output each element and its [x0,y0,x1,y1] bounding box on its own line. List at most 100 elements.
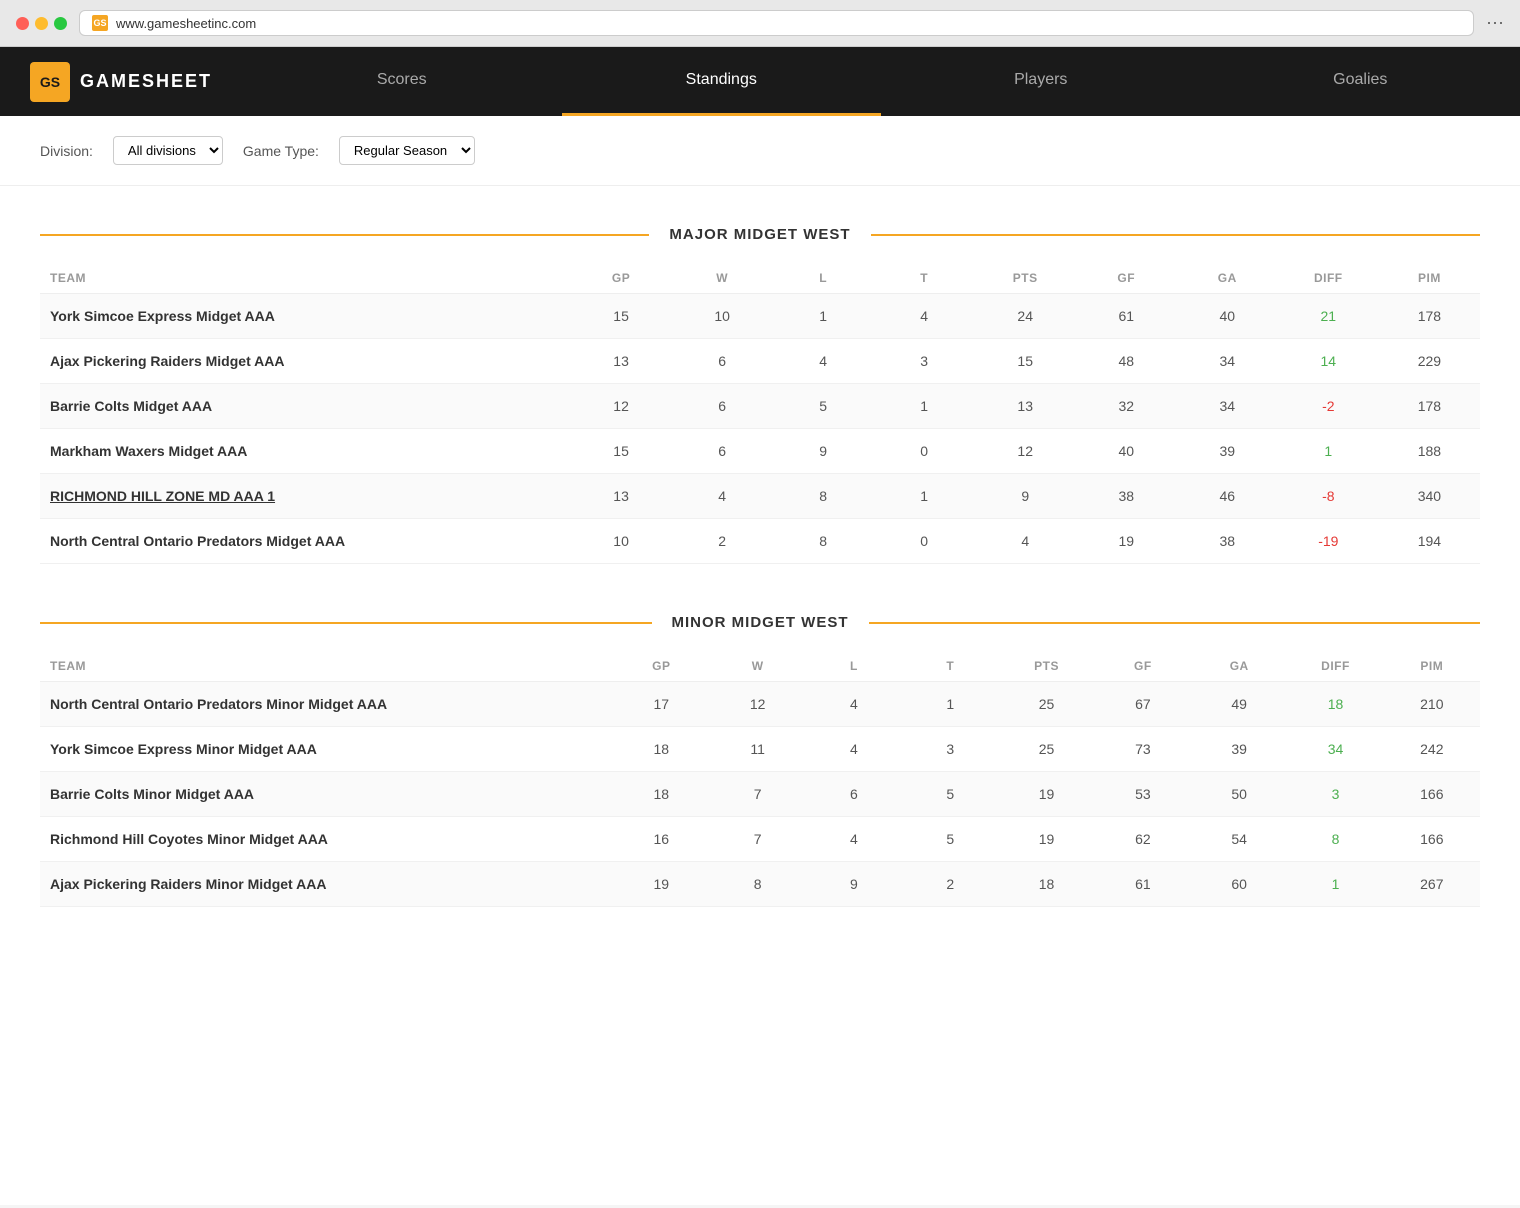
table-row: North Central Ontario Predators Midget A… [40,519,1480,564]
stat-value: 19 [998,772,1094,817]
division-select[interactable]: All divisions [113,136,223,165]
team-name-link[interactable]: Markham Waxers Midget AAA [50,443,247,459]
col-header-l: L [773,263,874,294]
team-name-link[interactable]: RICHMOND HILL ZONE MD AAA 1 [50,488,275,504]
stat-value: 12 [975,429,1076,474]
diff-value: 34 [1287,727,1383,772]
team-name-link[interactable]: Ajax Pickering Raiders Minor Midget AAA [50,876,326,892]
sections-container: MAJOR MIDGET WEST TEAMGPWLTPTSGFGADIFFPI… [40,226,1480,907]
stat-value: 3 [874,339,975,384]
col-header-gf: GF [1076,263,1177,294]
col-header-diff: DIFF [1287,651,1383,682]
stat-value: 19 [998,817,1094,862]
stat-value: 49 [1191,682,1287,727]
table-row: Barrie Colts Minor Midget AAA18765195350… [40,772,1480,817]
team-name-link[interactable]: North Central Ontario Predators Minor Mi… [50,696,387,712]
team-name-link[interactable]: Richmond Hill Coyotes Minor Midget AAA [50,831,328,847]
stat-value: 53 [1095,772,1191,817]
col-header-gf: GF [1095,651,1191,682]
url-bar[interactable]: GS www.gamesheetinc.com [79,10,1474,36]
diff-value: -2 [1278,384,1379,429]
stat-value: 15 [571,429,672,474]
main-content: MAJOR MIDGET WEST TEAMGPWLTPTSGFGADIFFPI… [0,186,1520,977]
browser-chrome: GS www.gamesheetinc.com ⋯ [0,0,1520,47]
stat-value: 4 [672,474,773,519]
team-name-link[interactable]: York Simcoe Express Midget AAA [50,308,275,324]
section-header: MINOR MIDGET WEST [40,614,1480,631]
stat-value: 50 [1191,772,1287,817]
table-row: Richmond Hill Coyotes Minor Midget AAA 16… [40,817,1480,862]
nav-standings[interactable]: Standings [562,47,882,116]
division-label: Division: [40,143,93,159]
col-header-ga: GA [1191,651,1287,682]
stat-value: 32 [1076,384,1177,429]
stat-value: 1 [874,384,975,429]
stat-value: 3 [902,727,998,772]
diff-value: 21 [1278,294,1379,339]
diff-value: 8 [1287,817,1383,862]
stat-value: 13 [571,474,672,519]
team-name-link[interactable]: North Central Ontario Predators Midget A… [50,533,345,549]
col-header-pim: PIM [1384,651,1480,682]
nav-scores[interactable]: Scores [242,47,562,116]
nav-players[interactable]: Players [881,47,1201,116]
nav-goalies[interactable]: Goalies [1201,47,1520,116]
stat-value: 40 [1177,294,1278,339]
close-dot[interactable] [16,17,29,30]
stat-value: 8 [709,862,805,907]
stat-value: 34 [1177,384,1278,429]
stat-value: 46 [1177,474,1278,519]
stat-value: 61 [1095,862,1191,907]
stat-value: 1 [874,474,975,519]
stat-value: 10 [571,519,672,564]
standings-table: TEAMGPWLTPTSGFGADIFFPIMNorth Central Ont… [40,651,1480,907]
stat-value: 194 [1379,519,1480,564]
stat-value: 229 [1379,339,1480,384]
team-name-link[interactable]: Ajax Pickering Raiders Midget AAA [50,353,284,369]
browser-menu-icon[interactable]: ⋯ [1486,13,1504,34]
stat-value: 39 [1191,727,1287,772]
logo[interactable]: GS GAMESHEET [0,62,242,102]
stat-value: 1 [902,682,998,727]
table-row: North Central Ontario Predators Minor Mi… [40,682,1480,727]
gametype-select[interactable]: Regular Season [339,136,475,165]
stat-value: 19 [1076,519,1177,564]
filters-bar: Division: All divisions Game Type: Regul… [0,116,1520,186]
col-header-gp: GP [613,651,709,682]
stat-value: 38 [1076,474,1177,519]
stat-value: 6 [672,339,773,384]
main-nav: GS GAMESHEET Scores Standings Players Go… [0,47,1520,116]
logo-text: GAMESHEET [80,71,212,92]
stat-value: 2 [902,862,998,907]
stat-value: 34 [1177,339,1278,384]
section-title: MINOR MIDGET WEST [652,614,869,631]
stat-value: 13 [571,339,672,384]
team-name-link[interactable]: Barrie Colts Midget AAA [50,398,212,414]
stat-value: 4 [806,682,902,727]
stat-value: 25 [998,682,1094,727]
stat-value: 16 [613,817,709,862]
table-row: Markham Waxers Midget AAA156901240391188 [40,429,1480,474]
stat-value: 6 [672,429,773,474]
stat-value: 67 [1095,682,1191,727]
stat-value: 178 [1379,384,1480,429]
stat-value: 12 [709,682,805,727]
stat-value: 25 [998,727,1094,772]
diff-value: 3 [1287,772,1383,817]
stat-value: 15 [975,339,1076,384]
col-header-team: TEAM [40,263,571,294]
col-header-w: W [672,263,773,294]
section-line-right [871,234,1480,236]
stat-value: 9 [806,862,902,907]
app-container: GS GAMESHEET Scores Standings Players Go… [0,47,1520,1205]
team-name-link[interactable]: Barrie Colts Minor Midget AAA [50,786,254,802]
stat-value: 8 [773,519,874,564]
team-name-link[interactable]: York Simcoe Express Minor Midget AAA [50,741,317,757]
maximize-dot[interactable] [54,17,67,30]
minimize-dot[interactable] [35,17,48,30]
stat-value: 40 [1076,429,1177,474]
table-row: York Simcoe Express Minor Midget AAA1811… [40,727,1480,772]
stat-value: 19 [613,862,709,907]
stat-value: 15 [571,294,672,339]
diff-value: 18 [1287,682,1383,727]
